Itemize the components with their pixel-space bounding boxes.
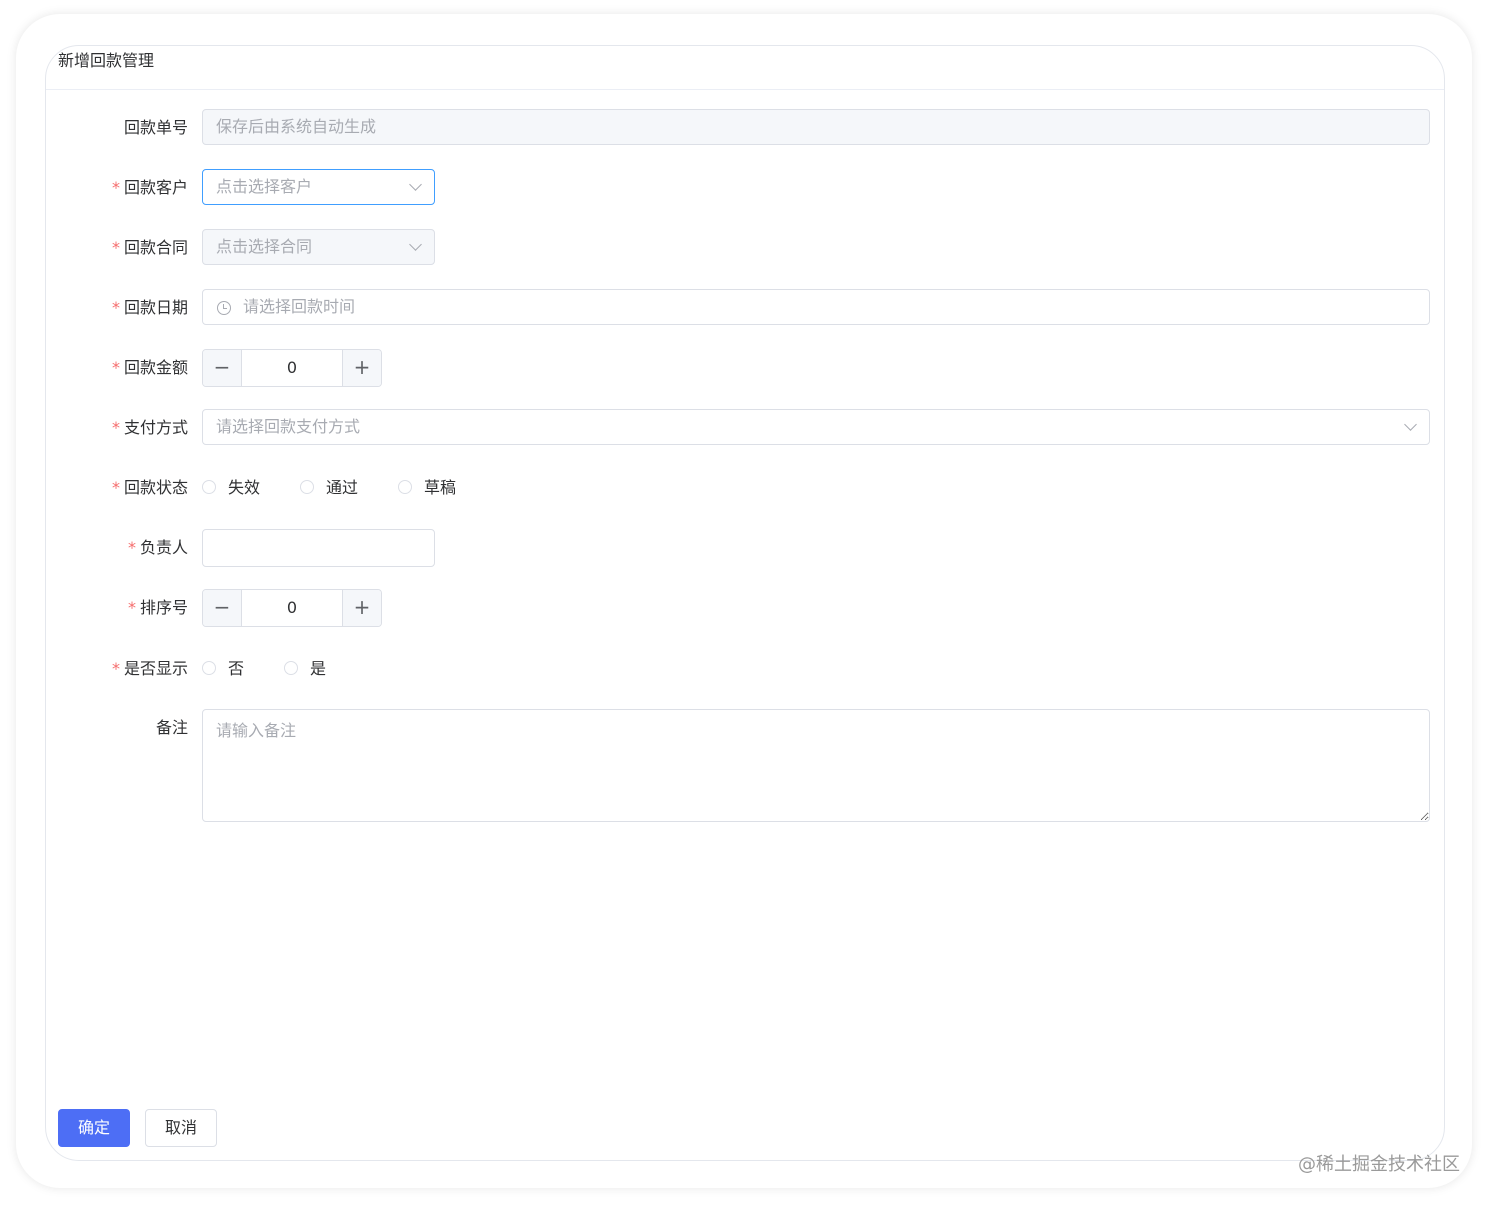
sort-input[interactable]: 0 xyxy=(242,590,342,626)
form-row-sort: * 排序号 − 0 + xyxy=(46,589,1444,627)
radio-circle[interactable] xyxy=(202,661,216,675)
confirm-button[interactable]: 确定 xyxy=(58,1109,130,1147)
customer-placeholder: 点击选择客户 xyxy=(216,177,313,196)
chevron-down-icon xyxy=(409,238,422,251)
radio-circle[interactable] xyxy=(398,480,412,494)
payment-select[interactable]: 请选择回款支付方式 xyxy=(202,409,1430,445)
form-row-remark: 备注 xyxy=(46,709,1444,823)
radio-circle[interactable] xyxy=(202,480,216,494)
form-row-show: * 是否显示 否 是 xyxy=(46,650,1444,688)
required-mark: * xyxy=(111,358,120,377)
form-row-date: * 回款日期 请选择回款时间 xyxy=(46,289,1444,327)
amount-input[interactable]: 0 xyxy=(242,350,342,386)
contract-label: * 回款合同 xyxy=(111,238,188,257)
date-label: * 回款日期 xyxy=(111,298,188,317)
form-row-payment: * 支付方式 请选择回款支付方式 xyxy=(46,409,1444,447)
code-placeholder: 保存后由系统自动生成 xyxy=(216,117,377,136)
required-mark: * xyxy=(111,238,120,257)
date-placeholder: 请选择回款时间 xyxy=(243,297,356,316)
payment-placeholder: 请选择回款支付方式 xyxy=(216,417,361,436)
remark-textarea[interactable] xyxy=(202,709,1430,822)
sort-label: * 排序号 xyxy=(127,598,188,617)
radio-circle[interactable] xyxy=(300,480,314,494)
required-mark: * xyxy=(127,538,136,557)
code-label: 回款单号 xyxy=(123,118,188,137)
form-row-amount: * 回款金额 − 0 + xyxy=(46,349,1444,387)
status-label: * 回款状态 xyxy=(111,478,188,497)
form-row-code: 回款单号 保存后由系统自动生成 xyxy=(46,109,1444,147)
required-mark: * xyxy=(127,598,136,617)
watermark-text: @稀土掘金技术社区 xyxy=(1298,1154,1460,1175)
form-row-owner: * 负责人 xyxy=(46,529,1444,567)
show-label: * 是否显示 xyxy=(111,659,188,678)
amount-stepper: − 0 + xyxy=(202,349,382,387)
owner-label: * 负责人 xyxy=(127,538,188,557)
customer-select[interactable]: 点击选择客户 xyxy=(202,169,435,205)
radio-circle[interactable] xyxy=(284,661,298,675)
chevron-down-icon xyxy=(409,178,422,191)
chevron-down-icon xyxy=(1404,418,1417,431)
owner-input[interactable] xyxy=(202,529,435,567)
contract-placeholder: 点击选择合同 xyxy=(216,237,313,256)
required-mark: * xyxy=(111,659,120,678)
required-mark: * xyxy=(111,478,120,497)
contract-select[interactable]: 点击选择合同 xyxy=(202,229,435,265)
dialog-title: 新增回款管理 xyxy=(46,46,1444,90)
required-mark: * xyxy=(111,178,120,197)
sort-stepper: − 0 + xyxy=(202,589,382,627)
form-row-contract: * 回款合同 点击选择合同 xyxy=(46,229,1444,267)
customer-label: * 回款客户 xyxy=(111,178,188,197)
sort-increase-button[interactable]: + xyxy=(342,590,381,626)
date-picker[interactable]: 请选择回款时间 xyxy=(202,289,1430,325)
clock-icon xyxy=(217,301,231,315)
amount-label: * 回款金额 xyxy=(111,358,188,377)
amount-increase-button[interactable]: + xyxy=(342,350,381,386)
sort-decrease-button[interactable]: − xyxy=(203,590,242,626)
code-input: 保存后由系统自动生成 xyxy=(202,109,1430,145)
payment-label: * 支付方式 xyxy=(111,418,188,437)
remark-label: 备注 xyxy=(155,718,188,737)
form-row-customer: * 回款客户 点击选择客户 xyxy=(46,169,1444,207)
form-row-status: * 回款状态 失效 通过 草稿 xyxy=(46,469,1444,507)
required-mark: * xyxy=(111,418,120,437)
amount-decrease-button[interactable]: − xyxy=(203,350,242,386)
required-mark: * xyxy=(111,298,120,317)
add-payment-dialog: 新增回款管理 回款单号 保存后由系统自动生成 * 回款客户 点击选择客户 * 回款合… xyxy=(45,45,1445,1161)
cancel-button[interactable]: 取消 xyxy=(145,1109,217,1147)
